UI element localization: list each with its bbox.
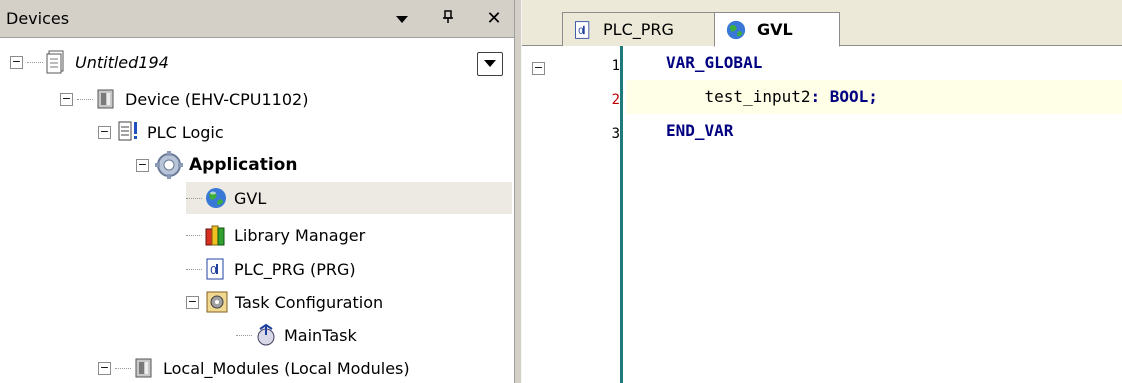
- tree-item-label: Device (EHV-CPU1102): [125, 89, 309, 109]
- tree-dropdown-button[interactable]: [477, 52, 503, 76]
- globe-icon: [725, 19, 747, 41]
- fold-collapse-icon[interactable]: −: [532, 62, 545, 75]
- tree-item-local-modules[interactable]: − Local_Modules (Local Modules): [98, 352, 410, 383]
- close-icon[interactable]: ✕: [480, 0, 508, 38]
- code-editor: 0 PLC_PRG GVL − 1 2 3 VAR_GLOBAL test_in…: [522, 0, 1122, 383]
- tree-item-device[interactable]: − Device (EHV-CPU1102): [60, 83, 308, 115]
- tree-item-task-configuration[interactable]: − Task Configuration: [186, 286, 383, 318]
- svg-text:0: 0: [210, 264, 217, 277]
- line-number: 1: [611, 58, 620, 74]
- tree-item-label: Application: [189, 155, 298, 175]
- code-line-current[interactable]: test_input2: BOOL;: [626, 80, 1122, 114]
- tab-plc-prg[interactable]: 0 PLC_PRG: [562, 12, 722, 46]
- tree-item-label: GVL: [234, 188, 267, 208]
- tree-item-project[interactable]: − Untitled194: [10, 46, 169, 78]
- program-icon: 0: [204, 257, 228, 281]
- task-config-icon: [205, 290, 229, 314]
- tab-label: GVL: [757, 20, 793, 39]
- library-books-icon: [204, 223, 228, 247]
- tree-item-label: Library Manager: [234, 225, 366, 245]
- line-number: 2: [611, 92, 620, 108]
- tree-item-label: PLC_PRG (PRG): [234, 259, 356, 279]
- collapse-icon[interactable]: −: [136, 158, 149, 172]
- tree-item-label: PLC Logic: [147, 122, 224, 142]
- tab-label: PLC_PRG: [603, 20, 674, 39]
- plc-logic-icon: [117, 120, 141, 144]
- pin-icon[interactable]: [434, 0, 462, 38]
- code-keyword: : BOOL;: [810, 87, 878, 106]
- tree-item-gvl[interactable]: GVL: [186, 182, 512, 214]
- device-icon: [95, 87, 119, 111]
- code-keyword: END_VAR: [666, 121, 734, 140]
- editor-tab-strip: 0 PLC_PRG GVL: [522, 0, 1122, 47]
- tree-item-application[interactable]: − Application: [136, 149, 297, 181]
- program-icon: 0: [573, 20, 593, 40]
- tree-item-label: Local_Modules (Local Modules): [163, 358, 410, 378]
- devices-panel-header: Devices ✕: [0, 0, 514, 38]
- task-icon: [254, 323, 278, 347]
- devices-panel: Devices ✕ − Untitled194 − Device (EHV-CP…: [0, 0, 514, 383]
- tree-item-label: Untitled194: [75, 52, 169, 72]
- project-icon: [45, 50, 69, 74]
- code-line[interactable]: VAR_GLOBAL: [626, 46, 1122, 80]
- gutter-separator: [620, 46, 623, 383]
- tree-item-maintask[interactable]: MainTask: [236, 319, 357, 351]
- collapse-icon[interactable]: −: [98, 125, 111, 139]
- code-identifier: test_input2: [666, 87, 811, 106]
- collapse-icon[interactable]: −: [98, 361, 111, 375]
- globe-icon: [204, 186, 228, 210]
- tree-item-plc-prg[interactable]: 0 PLC_PRG (PRG): [186, 253, 356, 285]
- tree-item-label: Task Configuration: [235, 292, 384, 312]
- code-keyword: VAR_GLOBAL: [666, 53, 763, 72]
- module-icon: [133, 356, 157, 380]
- panel-menu-dropdown-icon[interactable]: [388, 0, 416, 38]
- tab-gvl[interactable]: GVL: [714, 12, 840, 47]
- devices-panel-title: Devices: [6, 9, 70, 28]
- collapse-icon[interactable]: −: [60, 92, 73, 106]
- tree-item-label: MainTask: [284, 325, 357, 345]
- application-gear-icon: [155, 151, 183, 179]
- line-number: 3: [611, 126, 620, 142]
- tree-item-plc-logic[interactable]: − PLC Logic: [98, 116, 224, 148]
- tree-item-library-manager[interactable]: Library Manager: [186, 219, 365, 251]
- panel-splitter[interactable]: [514, 0, 522, 383]
- collapse-icon[interactable]: −: [186, 295, 199, 309]
- code-line[interactable]: END_VAR: [626, 114, 1122, 148]
- fold-gutter: −: [522, 46, 552, 383]
- collapse-icon[interactable]: −: [10, 55, 23, 69]
- line-number-gutter: 1 2 3: [552, 46, 622, 383]
